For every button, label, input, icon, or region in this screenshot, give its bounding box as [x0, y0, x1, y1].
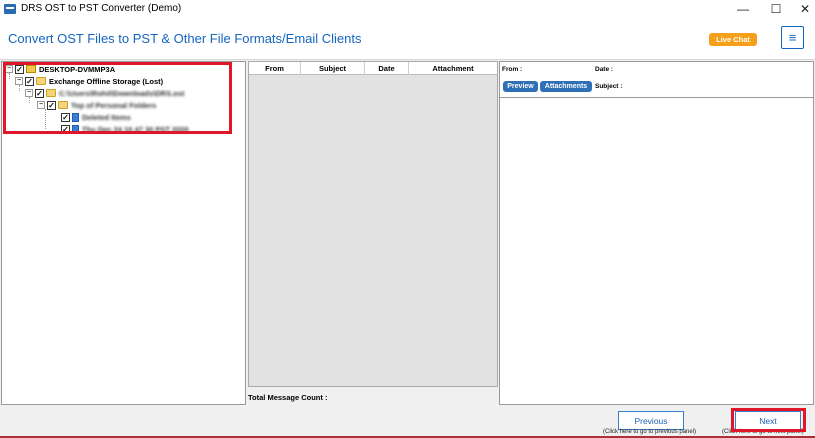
- window-title: DRS OST to PST Converter (Demo): [21, 3, 182, 14]
- page-title: Convert OST Files to PST & Other File Fo…: [8, 31, 362, 46]
- date-label: Date :: [595, 66, 614, 73]
- app-header: Convert OST Files to PST & Other File Fo…: [0, 18, 815, 60]
- preview-tab[interactable]: Preview: [503, 81, 538, 92]
- close-button[interactable]: ✕: [789, 0, 815, 18]
- from-label: From :: [502, 66, 523, 73]
- message-list-header: From Subject Date Attachment: [249, 62, 497, 75]
- subject-label: Subject :: [595, 83, 623, 90]
- hamburger-menu-button[interactable]: ≡: [781, 26, 804, 49]
- menu-icon: ≡: [788, 30, 797, 45]
- previous-hint: (Click here to go to previous panel): [603, 429, 697, 435]
- next-button-highlight: [731, 408, 806, 432]
- column-subject[interactable]: Subject: [301, 62, 365, 75]
- attachments-tab[interactable]: Attachments: [540, 81, 592, 92]
- title-bar: DRS OST to PST Converter (Demo) — ☐ ✕: [0, 0, 815, 18]
- previous-button[interactable]: Previous: [618, 411, 684, 430]
- minimize-button[interactable]: —: [727, 0, 759, 18]
- column-attachment[interactable]: Attachment: [409, 62, 497, 75]
- workspace: − ✓ DESKTOP-DVMMP3A − ✓ Exchange Offline…: [0, 60, 815, 438]
- total-message-count: Total Message Count :: [248, 393, 328, 402]
- message-preview-body[interactable]: [500, 97, 813, 404]
- app-icon: [4, 4, 16, 14]
- folder-tree-panel[interactable]: − ✓ DESKTOP-DVMMP3A − ✓ Exchange Offline…: [1, 61, 246, 405]
- maximize-button[interactable]: ☐: [760, 0, 792, 18]
- message-list-panel[interactable]: From Subject Date Attachment: [248, 61, 498, 387]
- column-date[interactable]: Date: [365, 62, 409, 75]
- preview-panel: From : Date : Preview Attachments Subjec…: [499, 61, 814, 405]
- tree-selection-highlight: [3, 62, 232, 134]
- column-from[interactable]: From: [249, 62, 301, 75]
- live-chat-button[interactable]: Live Chat: [709, 33, 757, 46]
